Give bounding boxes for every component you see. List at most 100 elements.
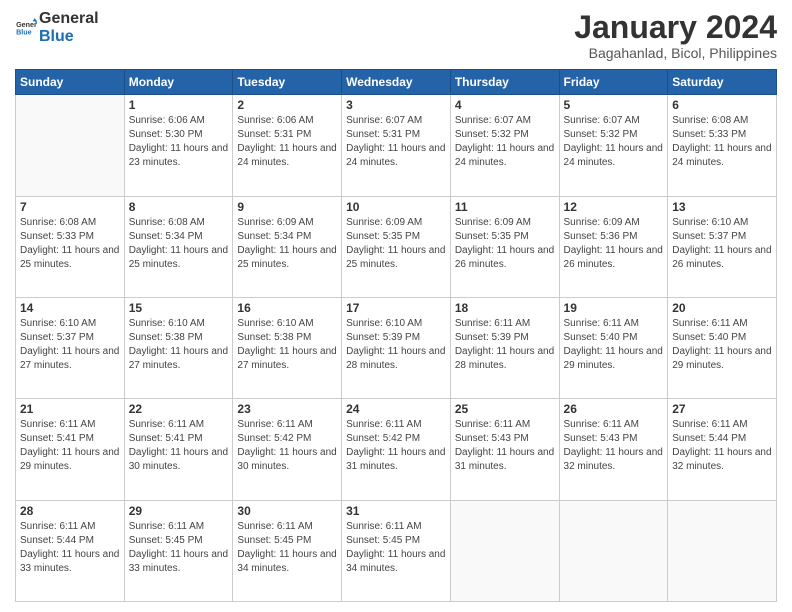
- calendar-body: 1 Sunrise: 6:06 AM Sunset: 5:30 PM Dayli…: [16, 95, 777, 602]
- daylight-text: Daylight: 11 hours and 34 minutes.: [237, 548, 337, 576]
- daylight-text: Daylight: 11 hours and 27 minutes.: [237, 345, 337, 373]
- logo-line2: Blue: [39, 28, 99, 46]
- calendar-cell: 30 Sunrise: 6:11 AM Sunset: 5:45 PM Dayl…: [233, 500, 342, 601]
- sunset-text: Sunset: 5:45 PM: [129, 534, 229, 548]
- day-number: 17: [346, 301, 446, 315]
- daylight-text: Daylight: 11 hours and 27 minutes.: [20, 345, 120, 373]
- sunrise-text: Sunrise: 6:09 AM: [564, 216, 664, 230]
- sunrise-text: Sunrise: 6:11 AM: [20, 418, 120, 432]
- day-number: 2: [237, 98, 337, 112]
- sunrise-text: Sunrise: 6:09 AM: [455, 216, 555, 230]
- daylight-text: Daylight: 11 hours and 28 minutes.: [455, 345, 555, 373]
- sunrise-text: Sunrise: 6:08 AM: [20, 216, 120, 230]
- calendar-cell: 9 Sunrise: 6:09 AM Sunset: 5:34 PM Dayli…: [233, 196, 342, 297]
- day-number: 18: [455, 301, 555, 315]
- calendar-cell: [450, 500, 559, 601]
- sunset-text: Sunset: 5:34 PM: [129, 230, 229, 244]
- calendar-cell: 21 Sunrise: 6:11 AM Sunset: 5:41 PM Dayl…: [16, 399, 125, 500]
- day-info: Sunrise: 6:09 AM Sunset: 5:35 PM Dayligh…: [346, 216, 446, 272]
- day-info: Sunrise: 6:11 AM Sunset: 5:44 PM Dayligh…: [20, 520, 120, 576]
- daylight-text: Daylight: 11 hours and 26 minutes.: [455, 244, 555, 272]
- day-number: 26: [564, 402, 664, 416]
- sunset-text: Sunset: 5:39 PM: [455, 331, 555, 345]
- calendar-cell: 14 Sunrise: 6:10 AM Sunset: 5:37 PM Dayl…: [16, 297, 125, 398]
- title-block: January 2024 Bagahanlad, Bicol, Philippi…: [574, 10, 777, 61]
- subtitle: Bagahanlad, Bicol, Philippines: [574, 45, 777, 61]
- sunrise-text: Sunrise: 6:07 AM: [455, 114, 555, 128]
- calendar-cell: [668, 500, 777, 601]
- sunrise-text: Sunrise: 6:08 AM: [129, 216, 229, 230]
- day-number: 31: [346, 504, 446, 518]
- logo-line1: General: [39, 10, 99, 28]
- calendar-cell: 25 Sunrise: 6:11 AM Sunset: 5:43 PM Dayl…: [450, 399, 559, 500]
- day-info: Sunrise: 6:07 AM Sunset: 5:32 PM Dayligh…: [455, 114, 555, 170]
- daylight-text: Daylight: 11 hours and 29 minutes.: [564, 345, 664, 373]
- sunrise-text: Sunrise: 6:10 AM: [346, 317, 446, 331]
- sunrise-text: Sunrise: 6:06 AM: [129, 114, 229, 128]
- calendar-cell: [16, 95, 125, 196]
- sunrise-text: Sunrise: 6:11 AM: [564, 418, 664, 432]
- day-info: Sunrise: 6:09 AM Sunset: 5:35 PM Dayligh…: [455, 216, 555, 272]
- calendar-cell: 8 Sunrise: 6:08 AM Sunset: 5:34 PM Dayli…: [124, 196, 233, 297]
- sunrise-text: Sunrise: 6:11 AM: [672, 418, 772, 432]
- calendar-table: SundayMondayTuesdayWednesdayThursdayFrid…: [15, 69, 777, 602]
- calendar-cell: [559, 500, 668, 601]
- day-info: Sunrise: 6:10 AM Sunset: 5:37 PM Dayligh…: [20, 317, 120, 373]
- sunset-text: Sunset: 5:44 PM: [672, 432, 772, 446]
- daylight-text: Daylight: 11 hours and 32 minutes.: [672, 446, 772, 474]
- day-info: Sunrise: 6:11 AM Sunset: 5:45 PM Dayligh…: [346, 520, 446, 576]
- day-header-tuesday: Tuesday: [233, 70, 342, 95]
- daylight-text: Daylight: 11 hours and 24 minutes.: [672, 142, 772, 170]
- sunset-text: Sunset: 5:42 PM: [346, 432, 446, 446]
- day-info: Sunrise: 6:06 AM Sunset: 5:31 PM Dayligh…: [237, 114, 337, 170]
- sunset-text: Sunset: 5:31 PM: [346, 128, 446, 142]
- sunset-text: Sunset: 5:30 PM: [129, 128, 229, 142]
- daylight-text: Daylight: 11 hours and 34 minutes.: [346, 548, 446, 576]
- sunset-text: Sunset: 5:33 PM: [20, 230, 120, 244]
- sunset-text: Sunset: 5:35 PM: [455, 230, 555, 244]
- day-header-thursday: Thursday: [450, 70, 559, 95]
- day-number: 23: [237, 402, 337, 416]
- sunset-text: Sunset: 5:35 PM: [346, 230, 446, 244]
- calendar-week-3: 14 Sunrise: 6:10 AM Sunset: 5:37 PM Dayl…: [16, 297, 777, 398]
- sunrise-text: Sunrise: 6:10 AM: [129, 317, 229, 331]
- daylight-text: Daylight: 11 hours and 32 minutes.: [564, 446, 664, 474]
- sunrise-text: Sunrise: 6:11 AM: [455, 317, 555, 331]
- calendar-cell: 5 Sunrise: 6:07 AM Sunset: 5:32 PM Dayli…: [559, 95, 668, 196]
- sunset-text: Sunset: 5:36 PM: [564, 230, 664, 244]
- calendar-week-1: 1 Sunrise: 6:06 AM Sunset: 5:30 PM Dayli…: [16, 95, 777, 196]
- calendar-cell: 20 Sunrise: 6:11 AM Sunset: 5:40 PM Dayl…: [668, 297, 777, 398]
- sunrise-text: Sunrise: 6:06 AM: [237, 114, 337, 128]
- day-info: Sunrise: 6:11 AM Sunset: 5:40 PM Dayligh…: [672, 317, 772, 373]
- day-number: 16: [237, 301, 337, 315]
- day-number: 5: [564, 98, 664, 112]
- calendar-header: SundayMondayTuesdayWednesdayThursdayFrid…: [16, 70, 777, 95]
- calendar-cell: 17 Sunrise: 6:10 AM Sunset: 5:39 PM Dayl…: [342, 297, 451, 398]
- sunrise-text: Sunrise: 6:09 AM: [346, 216, 446, 230]
- sunset-text: Sunset: 5:40 PM: [672, 331, 772, 345]
- day-info: Sunrise: 6:11 AM Sunset: 5:45 PM Dayligh…: [237, 520, 337, 576]
- day-info: Sunrise: 6:08 AM Sunset: 5:34 PM Dayligh…: [129, 216, 229, 272]
- day-number: 7: [20, 200, 120, 214]
- logo: General Blue General Blue: [15, 10, 99, 45]
- daylight-text: Daylight: 11 hours and 24 minutes.: [455, 142, 555, 170]
- day-info: Sunrise: 6:06 AM Sunset: 5:30 PM Dayligh…: [129, 114, 229, 170]
- sunrise-text: Sunrise: 6:07 AM: [346, 114, 446, 128]
- day-number: 11: [455, 200, 555, 214]
- daylight-text: Daylight: 11 hours and 25 minutes.: [346, 244, 446, 272]
- sunset-text: Sunset: 5:38 PM: [129, 331, 229, 345]
- calendar-week-5: 28 Sunrise: 6:11 AM Sunset: 5:44 PM Dayl…: [16, 500, 777, 601]
- calendar-cell: 24 Sunrise: 6:11 AM Sunset: 5:42 PM Dayl…: [342, 399, 451, 500]
- day-info: Sunrise: 6:11 AM Sunset: 5:42 PM Dayligh…: [237, 418, 337, 474]
- day-info: Sunrise: 6:09 AM Sunset: 5:36 PM Dayligh…: [564, 216, 664, 272]
- day-number: 28: [20, 504, 120, 518]
- calendar-cell: 26 Sunrise: 6:11 AM Sunset: 5:43 PM Dayl…: [559, 399, 668, 500]
- day-info: Sunrise: 6:11 AM Sunset: 5:45 PM Dayligh…: [129, 520, 229, 576]
- day-info: Sunrise: 6:11 AM Sunset: 5:40 PM Dayligh…: [564, 317, 664, 373]
- svg-text:Blue: Blue: [16, 28, 32, 36]
- sunrise-text: Sunrise: 6:11 AM: [672, 317, 772, 331]
- calendar-cell: 16 Sunrise: 6:10 AM Sunset: 5:38 PM Dayl…: [233, 297, 342, 398]
- sunset-text: Sunset: 5:43 PM: [455, 432, 555, 446]
- daylight-text: Daylight: 11 hours and 25 minutes.: [237, 244, 337, 272]
- sunrise-text: Sunrise: 6:09 AM: [237, 216, 337, 230]
